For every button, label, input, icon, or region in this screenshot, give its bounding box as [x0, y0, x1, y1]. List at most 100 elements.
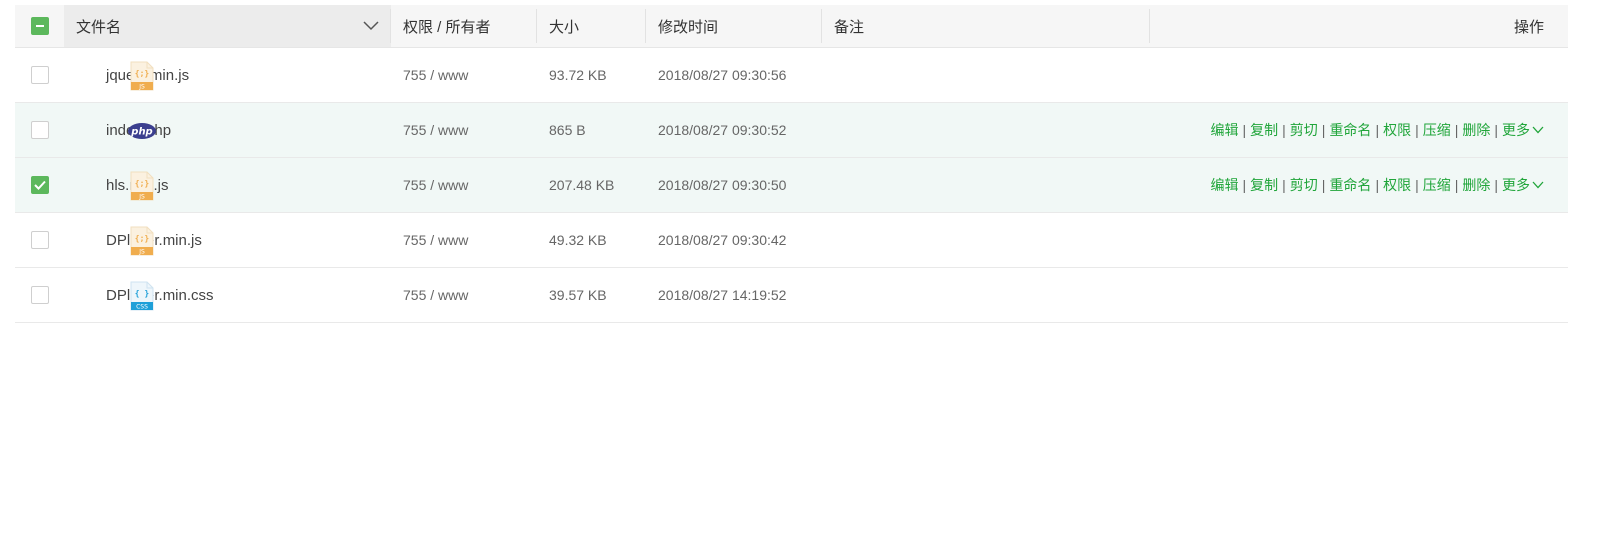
row-name-cell[interactable]: {;}JS jquery.min.js	[64, 48, 391, 102]
action-rename[interactable]: 重命名	[1329, 175, 1371, 195]
action-edit[interactable]: 编辑	[1211, 120, 1239, 140]
action-cut[interactable]: 剪切	[1290, 120, 1318, 140]
table-row[interactable]: {;}JS jquery.min.js 755 / www 93.72 KB 2…	[15, 48, 1568, 103]
row-remark[interactable]	[822, 48, 1150, 102]
header-size[interactable]: 大小	[537, 5, 646, 47]
header-perm[interactable]: 权限 / 所有者	[391, 5, 537, 47]
php-file-icon: php	[128, 123, 156, 139]
header-mtime[interactable]: 修改时间	[646, 5, 822, 47]
action-separator: |	[1415, 177, 1419, 193]
action-perm[interactable]: 权限	[1383, 120, 1411, 140]
svg-text:{;}: {;}	[135, 179, 150, 188]
action-separator: |	[1321, 177, 1326, 193]
row-size: 207.48 KB	[549, 177, 615, 193]
action-separator: |	[1282, 177, 1286, 193]
action-edit[interactable]: 编辑	[1211, 175, 1239, 195]
row-remark[interactable]	[822, 213, 1150, 267]
action-separator: |	[1282, 122, 1286, 138]
action-more[interactable]: 更多	[1502, 175, 1530, 195]
row-perm[interactable]: 755 / www	[391, 268, 537, 322]
row-checkbox[interactable]	[30, 286, 49, 304]
row-checkbox[interactable]	[30, 121, 49, 139]
action-rename[interactable]: 重命名	[1329, 120, 1371, 140]
select-all-checkbox[interactable]	[30, 17, 49, 35]
row-size: 39.57 KB	[549, 287, 607, 303]
action-separator: |	[1494, 177, 1498, 193]
row-perm[interactable]: 755 / www	[391, 158, 537, 212]
select-all-cell	[15, 5, 64, 47]
action-separator: |	[1494, 122, 1498, 138]
header-name[interactable]: 文件名	[64, 5, 391, 47]
row-mtime: 2018/08/27 09:30:56	[658, 67, 787, 83]
svg-text:JS: JS	[138, 194, 145, 201]
action-separator: |	[1375, 122, 1380, 138]
row-perm[interactable]: 755 / www	[391, 48, 537, 102]
action-delete[interactable]: 删除	[1462, 120, 1490, 140]
row-actions: 编辑 | 复制 | 剪切 | 重命名 | 权限 | 压缩 | 删除 | 更多	[1211, 120, 1544, 140]
action-separator: |	[1415, 122, 1419, 138]
action-copy[interactable]: 复制	[1250, 120, 1278, 140]
row-name-cell[interactable]: php index.php	[64, 103, 391, 157]
row-name-cell[interactable]: {;}JS hls.min.js	[64, 158, 391, 212]
action-cut[interactable]: 剪切	[1290, 175, 1318, 195]
row-perm[interactable]: 755 / www	[391, 213, 537, 267]
row-ops-cell	[1150, 48, 1568, 102]
svg-text:php: php	[130, 127, 152, 138]
action-compress[interactable]: 压缩	[1423, 175, 1451, 195]
header-remark: 备注	[822, 5, 1150, 47]
row-remark[interactable]	[822, 158, 1150, 212]
header-ops: 操作	[1150, 5, 1568, 47]
row-size: 93.72 KB	[549, 67, 607, 83]
action-more[interactable]: 更多	[1502, 120, 1530, 140]
svg-text:{ }: { }	[135, 289, 150, 298]
file-name[interactable]: DPlayer.min.css	[106, 287, 214, 304]
row-ops-cell	[1150, 213, 1568, 267]
row-remark[interactable]	[822, 268, 1150, 322]
row-check-cell	[15, 268, 64, 322]
row-ops-cell	[1150, 268, 1568, 322]
svg-text:{;}: {;}	[135, 234, 150, 243]
action-separator: |	[1454, 122, 1459, 138]
table-row[interactable]: {;}JS hls.min.js 755 / www 207.48 KB 201…	[15, 158, 1568, 213]
row-check-cell	[15, 213, 64, 267]
row-size: 49.32 KB	[549, 232, 607, 248]
table-row[interactable]: { } CSS DPlayer.min.css 755 / www 39.57 K…	[15, 268, 1568, 323]
js-file-icon: {;} JS	[130, 226, 154, 256]
svg-text:JS: JS	[138, 249, 145, 256]
row-name-cell[interactable]: { } CSS DPlayer.min.css	[64, 268, 391, 322]
chevron-down-icon[interactable]	[1532, 181, 1544, 189]
row-mtime: 2018/08/27 09:30:52	[658, 122, 787, 138]
row-remark[interactable]	[822, 103, 1150, 157]
action-separator: |	[1321, 122, 1326, 138]
row-perm[interactable]: 755 / www	[391, 103, 537, 157]
action-copy[interactable]: 复制	[1250, 175, 1278, 195]
check-icon	[33, 180, 46, 190]
table-header: 文件名 权限 / 所有者 大小 修改时间 备注 操作	[15, 5, 1568, 48]
action-separator: |	[1454, 177, 1459, 193]
row-name-cell[interactable]: {;} JS DPlayer.min.js	[64, 213, 391, 267]
row-mtime: 2018/08/27 09:30:50	[658, 177, 787, 193]
js-file-icon: {;} JS	[130, 61, 154, 91]
table-body: {;}JS jquery.min.js 755 / www 93.72 KB 2…	[15, 48, 1568, 323]
row-checkbox[interactable]	[30, 231, 49, 249]
row-checkbox[interactable]	[30, 66, 49, 84]
row-check-cell	[15, 48, 64, 102]
file-table: 文件名 权限 / 所有者 大小 修改时间 备注 操作 {;}JS jquery.…	[15, 5, 1568, 323]
row-mtime: 2018/08/27 09:30:42	[658, 232, 787, 248]
svg-text:{;}: {;}	[135, 69, 150, 78]
header-perm-label: 权限 / 所有者	[403, 18, 491, 36]
action-compress[interactable]: 压缩	[1423, 120, 1451, 140]
action-delete[interactable]: 删除	[1462, 175, 1490, 195]
row-actions: 编辑 | 复制 | 剪切 | 重命名 | 权限 | 压缩 | 删除 | 更多	[1211, 175, 1544, 195]
minus-icon	[35, 25, 44, 27]
action-perm[interactable]: 权限	[1383, 175, 1411, 195]
table-row[interactable]: php index.php 755 / www 865 B 2018/08/27…	[15, 103, 1568, 158]
table-row[interactable]: {;} JS DPlayer.min.js 755 / www 49.32 KB …	[15, 213, 1568, 268]
row-checkbox[interactable]	[30, 176, 49, 194]
row-size: 865 B	[549, 122, 586, 138]
chevron-down-icon[interactable]	[363, 21, 379, 31]
row-ops-cell: 编辑 | 复制 | 剪切 | 重命名 | 权限 | 压缩 | 删除 | 更多	[1150, 103, 1568, 157]
action-separator: |	[1375, 177, 1380, 193]
action-separator: |	[1242, 177, 1247, 193]
chevron-down-icon[interactable]	[1532, 126, 1544, 134]
